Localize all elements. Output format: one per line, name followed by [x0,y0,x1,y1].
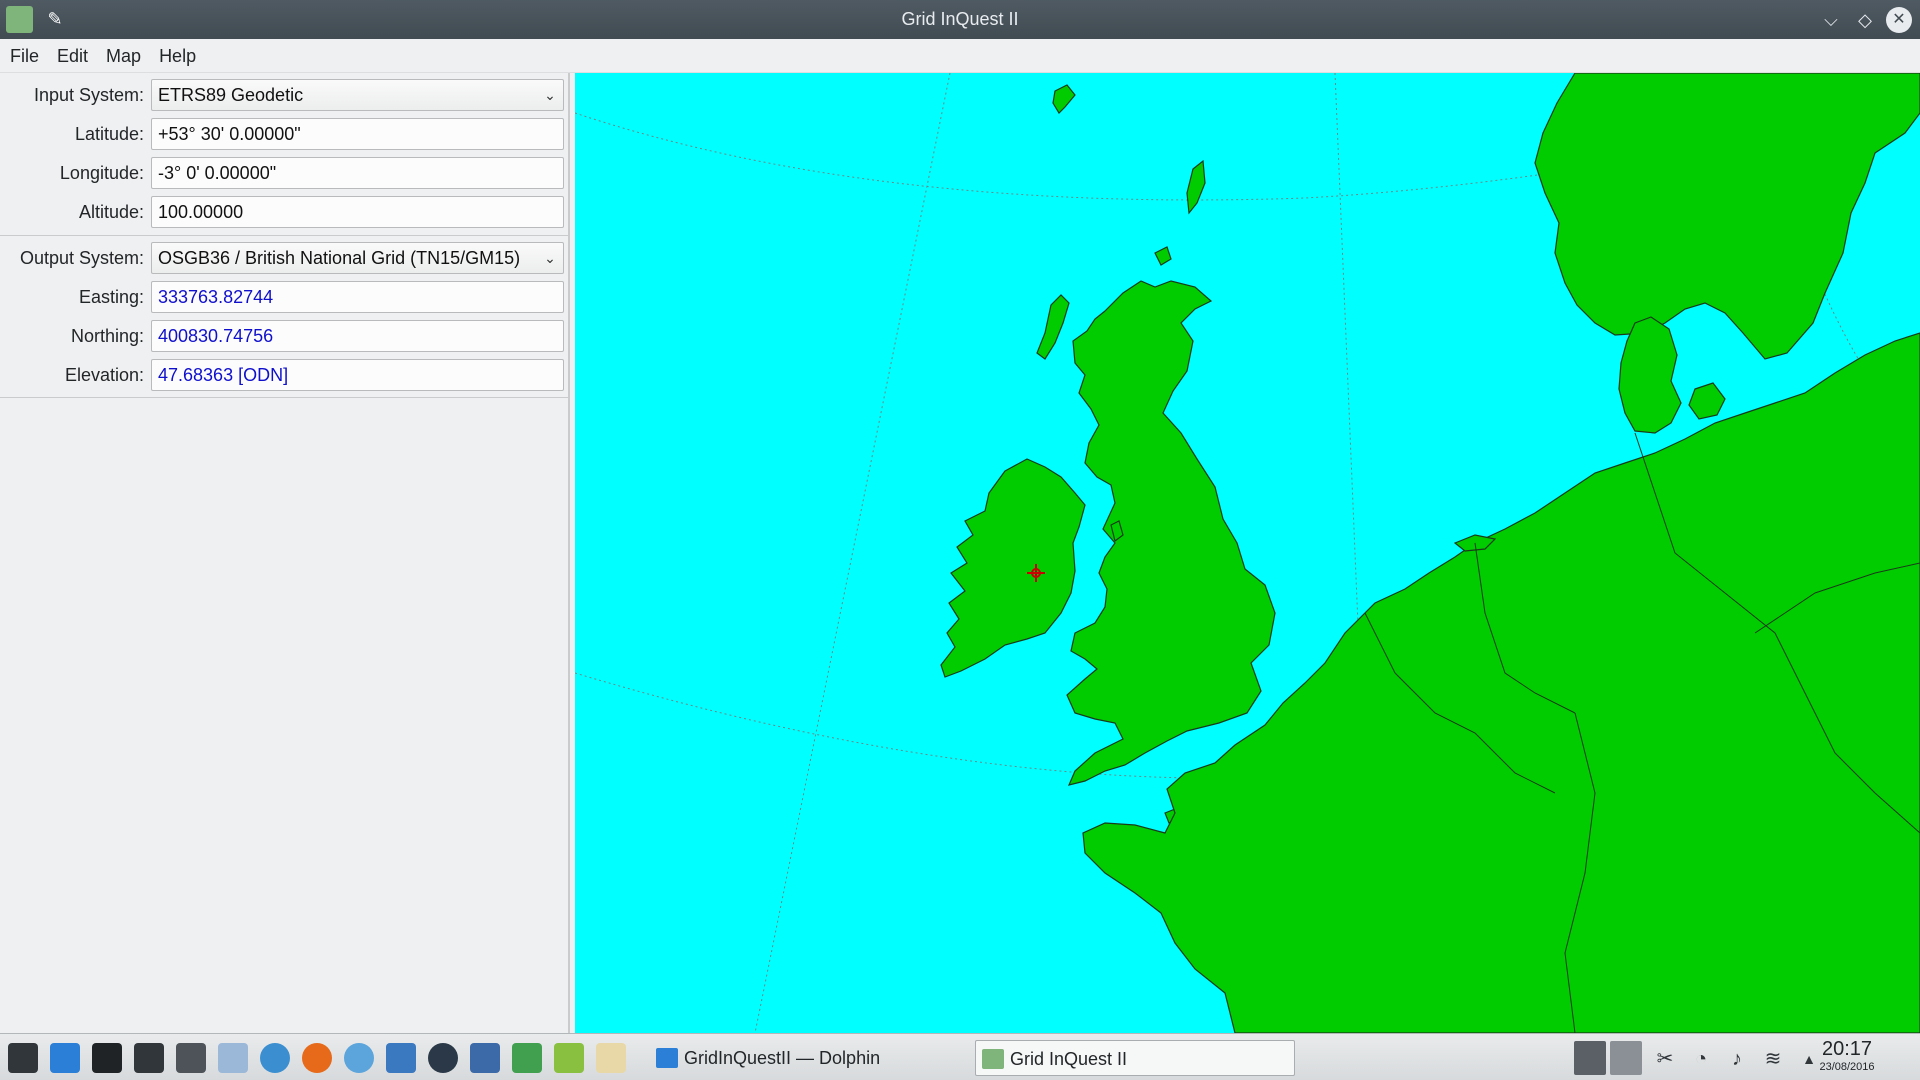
longitude-label: Longitude: [59,163,144,183]
northing-label: Northing: [70,326,144,346]
minimize-button[interactable]: ⌵ [1818,7,1844,33]
altitude-input[interactable]: 100.00000 [151,196,564,228]
window-title: Grid InQuest II [901,9,1019,29]
scandinavia [1534,73,1920,360]
elevation-output[interactable]: 47.68363 [ODN] [151,359,564,391]
task-dolphin[interactable]: GridInQuestII — Dolphin [650,1040,950,1076]
chevron-down-icon: ⌄ [544,87,556,103]
input-system-label: Input System: [33,85,144,105]
output-system-value: OSGB36 / British National Grid (TN15/GM1… [158,248,521,268]
text-editor-icon[interactable] [596,1043,626,1073]
chevron-down-icon: ⌄ [544,250,556,266]
volume-icon[interactable]: ♪ [1724,1046,1750,1072]
kde-launcher-icon[interactable] [8,1043,38,1073]
chromium-icon[interactable] [344,1043,374,1073]
firefox-icon[interactable] [302,1043,332,1073]
input-system-value: ETRS89 Geodetic [158,85,304,105]
outer-hebrides [1036,294,1070,360]
maximize-button[interactable]: ◇ [1852,7,1878,33]
elevation-row: Elevation: 47.68363 [ODN] [0,358,570,392]
map-canvas[interactable] [575,73,1920,1033]
mail-icon[interactable] [50,1043,80,1073]
pager-icon[interactable] [1610,1041,1642,1075]
grid-inquest-icon [982,1049,1004,1069]
qgis-icon[interactable] [554,1043,584,1073]
easting-label: Easting: [78,287,144,307]
altitude-row: Altitude: 100.00000 [0,195,570,229]
ireland [940,458,1086,678]
calculator-icon[interactable] [176,1043,206,1073]
title-bar: ✎ Grid InQuest II ⌵ ◇ ✕ [0,0,1920,39]
easting-row: Easting: 333763.82744 [0,280,570,314]
latitude-row: Latitude: +53° 30' 0.00000" [0,117,570,151]
latitude-input[interactable]: +53° 30' 0.00000" [151,118,564,150]
gauge-icon[interactable]: ◔ [1688,1046,1714,1072]
longitude-input[interactable]: -3° 0' 0.00000" [151,157,564,189]
danish-islands [1688,382,1726,420]
elevation-label: Elevation: [64,365,144,385]
scissors-icon[interactable]: ✂ [1652,1046,1678,1072]
faroe [1052,84,1076,114]
section-divider [0,235,568,236]
menu-help[interactable]: Help [149,39,204,73]
section-divider [0,397,568,398]
easting-output[interactable]: 333763.82744 [151,281,564,313]
menu-edit[interactable]: Edit [47,39,96,73]
task-grid-inquest-label: Grid InQuest II [1010,1049,1128,1069]
console-icon[interactable] [134,1043,164,1073]
clock-time: 20:17 [1821,1038,1873,1060]
remote-desktop-icon[interactable] [386,1043,416,1073]
terminal-icon[interactable] [92,1043,122,1073]
wifi-icon[interactable]: ≋ [1760,1046,1786,1072]
thunderbird-icon[interactable] [260,1043,290,1073]
orkney [1154,246,1172,266]
input-system-select[interactable]: ETRS89 Geodetic ⌄ [151,79,564,111]
task-dolphin-label: GridInQuestII — Dolphin [684,1048,881,1068]
longitude-row: Longitude: -3° 0' 0.00000" [0,156,570,190]
calendar-icon[interactable] [218,1043,248,1073]
menu-bar: File Edit Map Help [0,39,1920,73]
pager-icon[interactable] [1574,1041,1606,1075]
output-system-row: Output System: OSGB36 / British National… [0,241,570,275]
menu-map[interactable]: Map [96,39,149,73]
output-system-label: Output System: [19,248,144,268]
coordinate-panel: Input System: ETRS89 Geodetic ⌄ Latitude… [0,73,570,1033]
clock-date: 23/08/2016 [1819,1061,1875,1073]
taskbar: GridInQuestII — Dolphin Grid InQuest II … [0,1033,1920,1080]
map-view[interactable] [575,73,1920,1033]
shetland [1186,159,1206,215]
gitk-icon[interactable] [512,1043,542,1073]
output-system-select[interactable]: OSGB36 / British National Grid (TN15/GM1… [151,242,564,274]
close-button[interactable]: ✕ [1886,7,1912,33]
northing-output[interactable]: 400830.74756 [151,320,564,352]
dolphin-icon [656,1048,678,1068]
gimp-icon[interactable] [428,1043,458,1073]
menu-file[interactable]: File [0,39,47,73]
clock[interactable]: 20:17 23/08/2016 [1802,1038,1892,1074]
altitude-label: Altitude: [78,202,144,222]
land-masses [940,73,1920,1033]
northing-row: Northing: 400830.74756 [0,319,570,353]
latitude-label: Latitude: [74,124,144,144]
great-britain [1066,280,1276,786]
postgres-icon[interactable] [470,1043,500,1073]
input-system-row: Input System: ETRS89 Geodetic ⌄ [0,78,570,112]
task-grid-inquest[interactable]: Grid InQuest II [975,1040,1295,1076]
